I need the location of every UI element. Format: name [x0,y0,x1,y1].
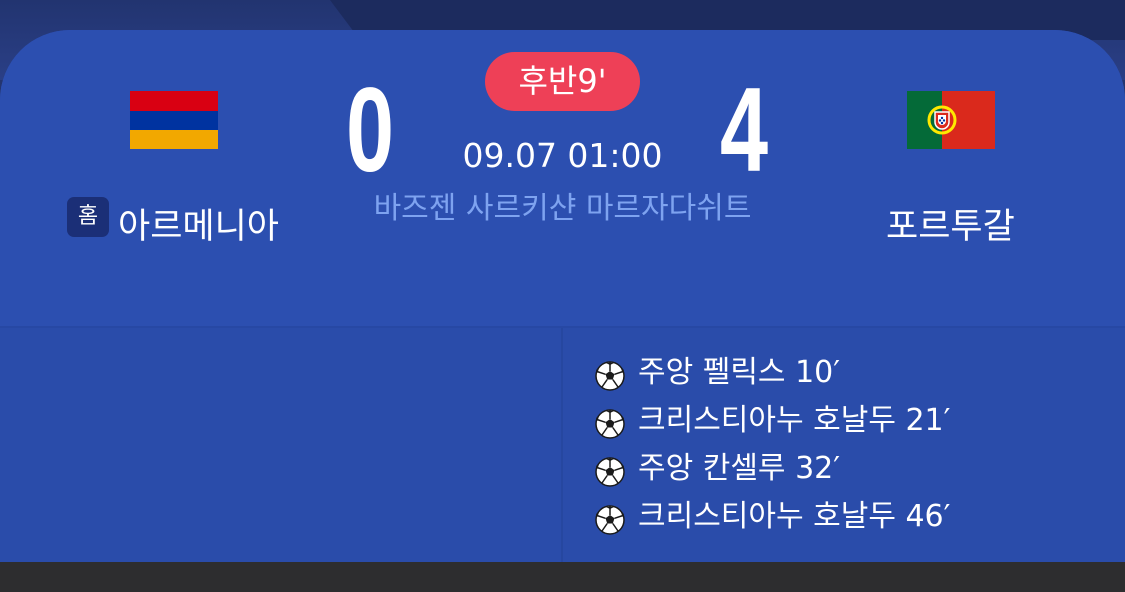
home-score: 0 [346,63,395,197]
soccer-ball-icon [595,457,625,487]
portugal-flag-icon [907,91,995,149]
match-venue: 바즈젠 사르키샨 마르자다쉬트 [373,191,752,226]
armenia-flag-icon [130,91,218,149]
goal-text: 주앙 칸셀루 32′ [638,451,841,486]
away-team-name[interactable]: 포르투갈 [886,198,1015,249]
soccer-ball-icon [595,409,625,439]
events-divider [561,328,563,562]
soccer-ball-icon [595,361,625,391]
bottom-bar [0,562,1125,592]
home-team-name[interactable]: 아르메니아 [118,198,279,249]
match-datetime: 09.07 01:00 [462,136,663,175]
match-status-badge: 후반9' [485,52,640,111]
away-score: 4 [720,63,769,197]
goal-text: 크리스티아누 호날두 21′ [638,403,951,438]
goal-text: 주앙 펠릭스 10′ [638,355,841,390]
goal-text: 크리스티아누 호날두 46′ [638,499,951,534]
home-badge: 홈 [67,197,109,237]
soccer-ball-icon [595,505,625,535]
